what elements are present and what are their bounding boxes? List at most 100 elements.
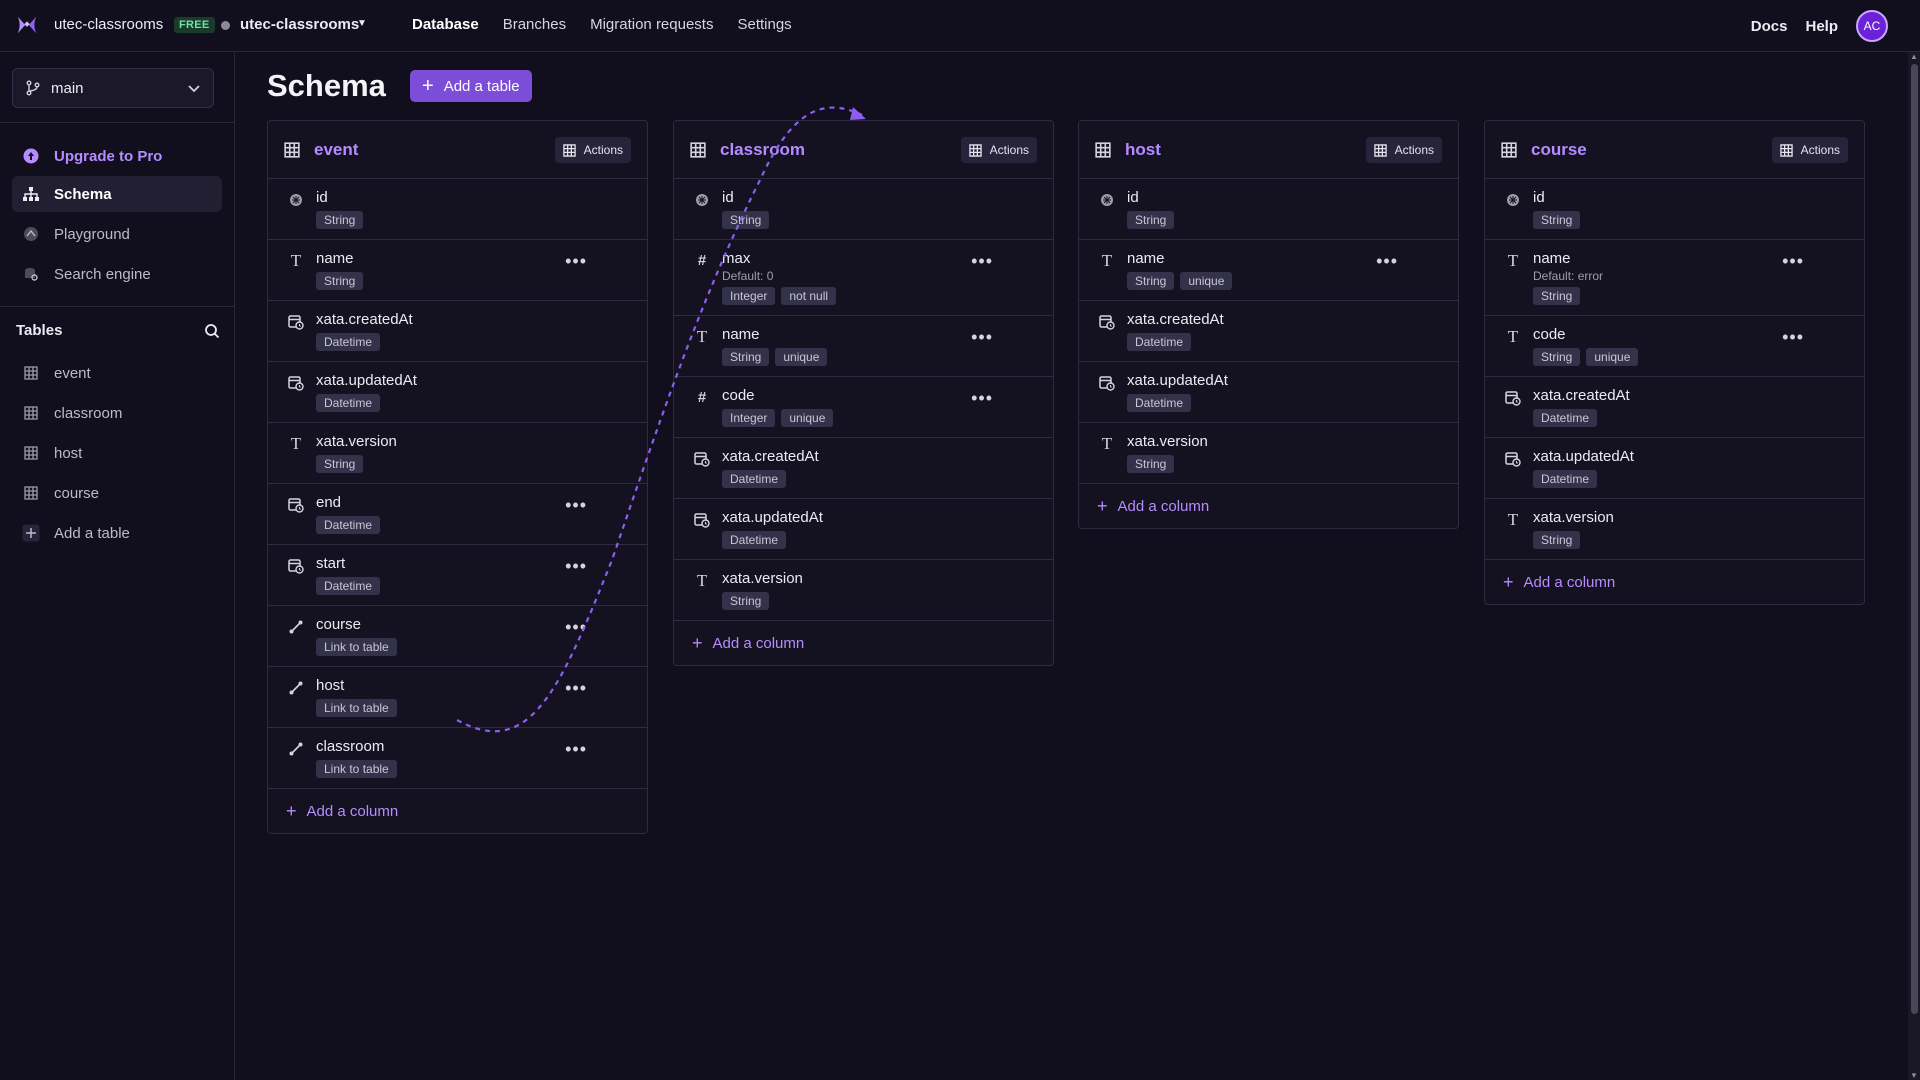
column-name: xata.createdAt — [1533, 387, 1630, 404]
column-row[interactable]: xata.createdAt Datetime — [1079, 301, 1458, 362]
column-menu-icon[interactable]: ••• — [565, 557, 587, 575]
table-icon — [22, 444, 40, 462]
column-menu-icon[interactable]: ••• — [971, 252, 993, 270]
plus-icon: + — [692, 632, 703, 653]
column-row[interactable]: id String — [674, 179, 1053, 240]
database-selector[interactable]: utec-classrooms — [240, 16, 359, 33]
sidebar-item-label: Schema — [54, 185, 112, 203]
workspace-name[interactable]: utec-classrooms — [54, 16, 163, 33]
column-badges: Datetime — [1127, 394, 1458, 412]
tables-section-header: Tables — [16, 322, 220, 339]
column-row[interactable]: Tcode String unique ••• — [1485, 316, 1864, 377]
nav-branches[interactable]: Branches — [503, 16, 566, 33]
sidebar-table-event[interactable]: event — [12, 355, 222, 391]
table-name[interactable]: course — [1531, 140, 1587, 160]
column-menu-icon[interactable]: ••• — [565, 496, 587, 514]
add-column-button[interactable]: + Add a column — [1079, 484, 1458, 528]
column-badges: String — [316, 211, 647, 229]
table-name[interactable]: event — [314, 140, 358, 160]
column-name: host — [316, 677, 345, 694]
column-row[interactable]: end Datetime ••• — [268, 484, 647, 545]
scrollbar-thumb[interactable] — [1911, 64, 1918, 1014]
help-link[interactable]: Help — [1805, 18, 1838, 35]
column-row[interactable]: Txata.version String — [268, 423, 647, 484]
column-row[interactable]: xata.createdAt Datetime — [674, 438, 1053, 499]
column-menu-icon[interactable]: ••• — [1782, 328, 1804, 346]
xata-logo-icon[interactable] — [16, 14, 38, 36]
nav-settings[interactable]: Settings — [737, 16, 791, 33]
column-row[interactable]: xata.updatedAt Datetime — [1485, 438, 1864, 499]
type-badge: Datetime — [316, 394, 381, 412]
column-menu-icon[interactable]: ••• — [1782, 252, 1804, 270]
sidebar-item-search-engine[interactable]: Search engine — [12, 256, 222, 292]
sidebar-table-host[interactable]: host — [12, 435, 222, 471]
docs-link[interactable]: Docs — [1751, 18, 1788, 35]
add-column-button[interactable]: + Add a column — [268, 789, 647, 833]
vertical-scrollbar[interactable]: ▲ ▼ — [1908, 52, 1920, 1080]
column-badges: Datetime — [1533, 470, 1864, 488]
column-row[interactable]: Tname String unique ••• — [674, 316, 1053, 377]
table-name[interactable]: classroom — [720, 140, 805, 160]
sidebar-item-schema[interactable]: Schema — [12, 176, 222, 212]
upgrade-to-pro-link[interactable]: Upgrade to Pro — [12, 138, 222, 174]
column-row[interactable]: classroom Link to table ••• — [268, 728, 647, 789]
sidebar-table-course[interactable]: course — [12, 475, 222, 511]
search-icon[interactable] — [204, 323, 220, 339]
column-row[interactable]: xata.createdAt Datetime — [1485, 377, 1864, 438]
scroll-up-icon[interactable]: ▲ — [1910, 52, 1918, 61]
upgrade-icon — [22, 147, 40, 165]
column-name: course — [316, 616, 362, 633]
column-menu-icon[interactable]: ••• — [565, 252, 587, 270]
column-menu-icon[interactable]: ••• — [1376, 252, 1398, 270]
column-row[interactable]: Tname String unique ••• — [1079, 240, 1458, 301]
sidebar-add-table[interactable]: Add a table — [12, 515, 222, 551]
nav-migration-requests[interactable]: Migration requests — [590, 16, 713, 33]
column-badges: Integer unique — [722, 409, 1053, 427]
add-column-button[interactable]: + Add a column — [674, 621, 1053, 665]
column-menu-icon[interactable]: ••• — [565, 679, 587, 697]
table-actions-button[interactable]: Actions — [960, 137, 1037, 163]
column-row[interactable]: Txata.version String — [1485, 499, 1864, 560]
column-row[interactable]: # code Integer unique ••• — [674, 377, 1053, 438]
chevron-down-icon — [188, 85, 200, 93]
type-badge: unique — [1180, 272, 1233, 290]
column-row[interactable]: start Datetime ••• — [268, 545, 647, 606]
column-menu-icon[interactable]: ••• — [971, 328, 993, 346]
column-row[interactable]: Tname Default: error String ••• — [1485, 240, 1864, 316]
type-badge: Link to table — [316, 760, 397, 778]
column-row[interactable]: Txata.version String — [1079, 423, 1458, 484]
table-name[interactable]: host — [1125, 140, 1161, 160]
column-menu-icon[interactable]: ••• — [565, 618, 587, 636]
column-row[interactable]: host Link to table ••• — [268, 667, 647, 728]
column-row[interactable]: Txata.version String — [674, 560, 1053, 621]
column-row[interactable]: course Link to table ••• — [268, 606, 647, 667]
caret-down-icon[interactable]: ▼ — [357, 18, 367, 29]
column-row[interactable]: id String — [1485, 179, 1864, 240]
scroll-down-icon[interactable]: ▼ — [1910, 1071, 1918, 1080]
sidebar-table-classroom[interactable]: classroom — [12, 395, 222, 431]
add-table-button[interactable]: + Add a table — [410, 70, 532, 102]
column-row[interactable]: xata.updatedAt Datetime — [1079, 362, 1458, 423]
avatar[interactable]: AC — [1856, 10, 1888, 42]
column-row[interactable]: xata.updatedAt Datetime — [674, 499, 1053, 560]
table-actions-button[interactable]: Actions — [1365, 137, 1442, 163]
column-badges: String — [1533, 211, 1864, 229]
column-row[interactable]: id String — [268, 179, 647, 240]
column-row[interactable]: Tname String ••• — [268, 240, 647, 301]
sidebar-table-label: classroom — [54, 404, 123, 422]
column-row[interactable]: # max Default: 0 Integer not null ••• — [674, 240, 1053, 316]
column-row[interactable]: xata.createdAt Datetime — [268, 301, 647, 362]
table-card-classroom: classroom Actions id String # max Default: 0 In… — [673, 120, 1054, 666]
column-row[interactable]: xata.updatedAt Datetime — [268, 362, 647, 423]
column-row[interactable]: id String — [1079, 179, 1458, 240]
table-actions-button[interactable]: Actions — [1771, 137, 1848, 163]
sidebar-item-playground[interactable]: Playground — [12, 216, 222, 252]
column-menu-icon[interactable]: ••• — [971, 389, 993, 407]
add-column-button[interactable]: + Add a column — [1485, 560, 1864, 604]
column-name: code — [1533, 326, 1566, 343]
type-badge: String — [722, 348, 770, 366]
nav-database[interactable]: Database — [412, 16, 479, 33]
column-menu-icon[interactable]: ••• — [565, 740, 587, 758]
branch-selector[interactable]: main — [12, 68, 214, 108]
table-actions-button[interactable]: Actions — [554, 137, 631, 163]
